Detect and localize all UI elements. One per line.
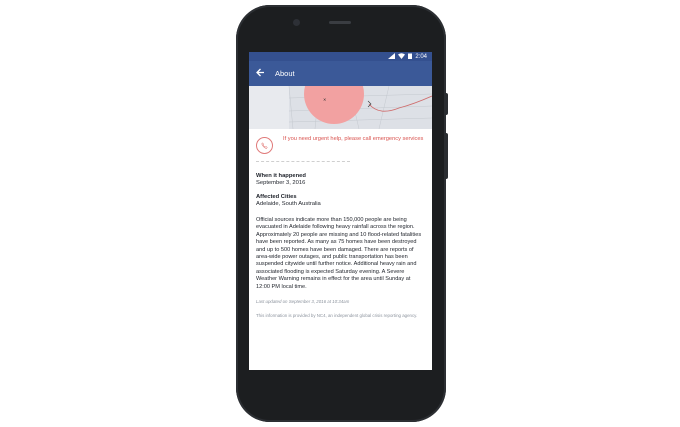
emergency-alert-text: If you need urgent help, please call eme… bbox=[283, 136, 424, 142]
app-bar: About bbox=[249, 61, 432, 86]
divider bbox=[256, 161, 350, 162]
signal-icon bbox=[388, 52, 396, 61]
phone-screen: 2:04 About ✕ If you need urgent help, pl… bbox=[249, 52, 432, 370]
when-label: When it happened bbox=[256, 173, 306, 179]
status-bar: 2:04 bbox=[249, 52, 432, 61]
wifi-icon bbox=[398, 52, 406, 61]
cities-section: Affected Cities Adelaide, South Australi… bbox=[256, 194, 425, 207]
event-description: Official sources indicate more than 150,… bbox=[256, 217, 422, 290]
map-graphic: ✕ bbox=[249, 86, 432, 129]
page-title: About bbox=[275, 69, 295, 78]
power-button bbox=[444, 93, 448, 115]
cities-value: Adelaide, South Australia bbox=[256, 201, 321, 207]
emergency-alert[interactable]: If you need urgent help, please call eme… bbox=[256, 135, 425, 154]
front-camera bbox=[293, 19, 300, 26]
cities-label: Affected Cities bbox=[256, 194, 297, 200]
phone-icon bbox=[256, 137, 273, 154]
last-updated-text: Last updated on September 3, 2016 at 10:… bbox=[256, 299, 350, 305]
speaker-grille bbox=[329, 21, 351, 24]
source-credit-text: This information is provided by NC4, an … bbox=[256, 312, 418, 318]
volume-button bbox=[444, 133, 448, 179]
battery-icon bbox=[408, 53, 413, 61]
when-section: When it happened September 3, 2016 bbox=[256, 173, 425, 186]
status-time: 2:04 bbox=[415, 53, 427, 60]
when-value: September 3, 2016 bbox=[256, 180, 306, 186]
arrow-left-icon[interactable] bbox=[256, 68, 266, 80]
event-map[interactable]: ✕ bbox=[249, 86, 432, 129]
svg-text:✕: ✕ bbox=[323, 97, 326, 102]
